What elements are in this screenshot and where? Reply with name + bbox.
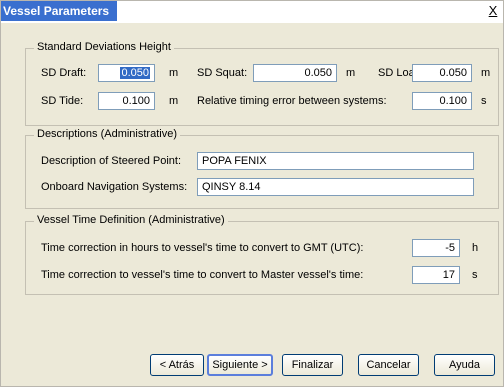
sd-draft-field[interactable]: 0.050 [98,64,155,82]
timing-error-field[interactable]: 0.100 [412,92,472,110]
time-definition-group: Vessel Time Definition (Administrative) … [25,214,499,295]
timing-error-unit: s [481,95,487,107]
sd-tide-label: SD Tide: [41,95,84,107]
gmt-correction-field[interactable]: -5 [412,239,460,257]
sd-squat-unit: m [346,67,356,79]
steered-point-field[interactable]: POPA FENIX [197,152,474,170]
master-correction-field[interactable]: 17 [412,266,460,284]
finish-button[interactable]: Finalizar [282,354,343,376]
descriptions-legend: Descriptions (Administrative) [34,128,180,140]
sd-height-group: Standard Deviations Height SD Draft: 0.0… [25,41,499,126]
cancel-button[interactable]: Cancelar [358,354,419,376]
sd-tide-unit: m [169,95,179,107]
sd-tide-field[interactable]: 0.100 [98,92,155,110]
sd-draft-label: SD Draft: [41,67,87,79]
title-bar: Vessel Parameters X [1,1,503,23]
sd-height-legend: Standard Deviations Height [34,41,174,53]
next-button[interactable]: Siguiente > [207,354,273,376]
descriptions-group: Descriptions (Administrative) Descriptio… [25,128,499,209]
master-correction-unit: s [472,269,478,281]
sd-squat-label: SD Squat: [197,67,248,79]
sd-load-field[interactable]: 0.050 [412,64,472,82]
time-definition-legend: Vessel Time Definition (Administrative) [34,214,228,226]
dialog-title: Vessel Parameters [1,1,118,21]
help-button[interactable]: Ayuda [434,354,495,376]
master-correction-label: Time correction to vessel's time to conv… [41,269,364,281]
sd-load-unit: m [481,67,491,79]
gmt-correction-label: Time correction in hours to vessel's tim… [41,242,364,254]
steered-point-label: Description of Steered Point: [41,155,182,167]
gmt-correction-unit: h [472,242,479,254]
dialog-body: Standard Deviations Height SD Draft: 0.0… [1,23,503,386]
sd-squat-field[interactable]: 0.050 [253,64,337,82]
close-button[interactable]: X [487,4,499,18]
timing-error-label: Relative timing error between systems: [197,95,387,107]
vessel-parameters-dialog: Vessel Parameters X Standard Deviations … [0,0,504,387]
sd-draft-unit: m [169,67,179,79]
nav-systems-label: Onboard Navigation Systems: [41,181,188,193]
back-button[interactable]: < Atrás [150,354,204,376]
nav-systems-field[interactable]: QINSY 8.14 [197,178,474,196]
sd-draft-value: 0.050 [120,67,150,79]
